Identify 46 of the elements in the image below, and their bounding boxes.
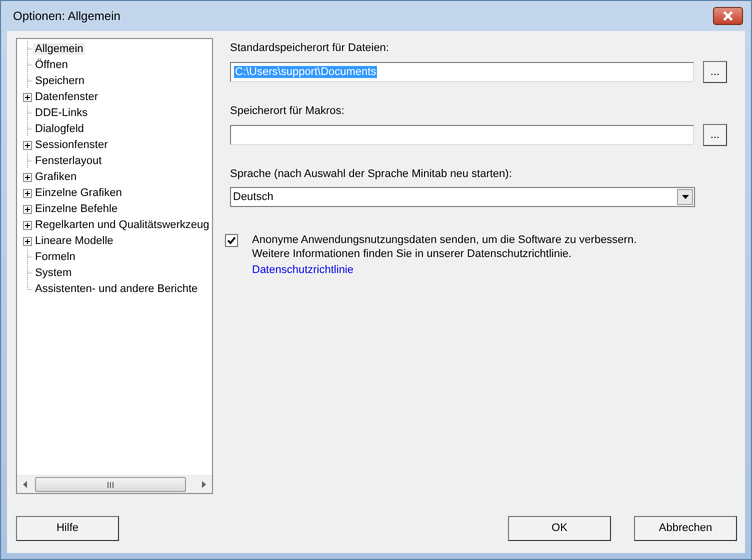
field-label: Standardspeicherort für Dateien: bbox=[230, 42, 390, 56]
tree-item[interactable]: Einzelne Befehle bbox=[33, 203, 120, 215]
tree-item[interactable]: Öffnen bbox=[33, 59, 70, 71]
expand-icon[interactable] bbox=[23, 92, 32, 102]
tree-item[interactable]: System bbox=[33, 267, 74, 279]
browse-button[interactable]: ... bbox=[703, 61, 727, 83]
tree-item[interactable]: Lineare Modelle bbox=[33, 235, 116, 247]
close-icon bbox=[722, 11, 734, 21]
ok-button[interactable]: OK bbox=[508, 516, 611, 540]
checkbox[interactable] bbox=[225, 234, 238, 247]
window-title: Optionen: Allgemein bbox=[13, 9, 120, 23]
language-dropdown[interactable]: Deutsch bbox=[230, 187, 695, 207]
checkmark-icon bbox=[227, 236, 236, 245]
tree-item[interactable]: Grafiken bbox=[33, 171, 79, 183]
tree-item[interactable]: Speichern bbox=[33, 75, 87, 87]
tree-item[interactable]: Regelkarten und Qualitätswerkzeug bbox=[33, 219, 212, 231]
horizontal-scrollbar[interactable] bbox=[17, 475, 212, 493]
scroll-left-icon[interactable] bbox=[23, 481, 27, 488]
tree-item[interactable]: Allgemein bbox=[33, 43, 86, 55]
path-field[interactable] bbox=[230, 125, 694, 145]
cancel-button[interactable]: Abbrechen bbox=[634, 516, 737, 540]
expand-icon[interactable] bbox=[23, 236, 32, 246]
tree-item[interactable]: Fensterlayout bbox=[33, 155, 104, 167]
checkbox-label: Anonyme Anwendungsnutzungsdaten senden, um die Software zu verbessern. bbox=[252, 233, 637, 247]
field-label: Sprache (nach Auswahl der Sprache Minitab neu starten): bbox=[230, 168, 513, 182]
scroll-right-icon[interactable] bbox=[202, 481, 206, 488]
privacy-link[interactable]: Datenschutzrichtlinie bbox=[252, 263, 354, 277]
tree-item[interactable]: Einzelne Grafiken bbox=[33, 187, 124, 199]
info-text: Weitere Informationen finden Sie in unserer Datenschutzrichtlinie. bbox=[252, 247, 573, 261]
browse-button[interactable]: ... bbox=[703, 124, 727, 146]
expand-icon[interactable] bbox=[23, 188, 32, 198]
expand-icon[interactable] bbox=[23, 220, 32, 230]
help-button[interactable]: Hilfe bbox=[16, 516, 119, 540]
tree-item[interactable]: Dialogfeld bbox=[33, 123, 86, 135]
dropdown-arrow-icon[interactable] bbox=[682, 195, 688, 199]
close-button[interactable] bbox=[713, 7, 743, 25]
tree-item[interactable]: Formeln bbox=[33, 251, 78, 263]
field-label: Speicherort für Makros: bbox=[230, 105, 346, 119]
grip-icon bbox=[107, 482, 114, 488]
tree-item[interactable]: DDE-Links bbox=[33, 107, 90, 119]
expand-icon[interactable] bbox=[23, 204, 32, 214]
expand-icon[interactable] bbox=[23, 140, 32, 150]
expand-icon[interactable] bbox=[23, 172, 32, 182]
tree-item[interactable]: Sessionfenster bbox=[33, 139, 110, 151]
tree-item[interactable]: Datenfenster bbox=[33, 91, 100, 103]
tree-item[interactable]: Assistenten- und andere Berichte bbox=[33, 283, 200, 295]
